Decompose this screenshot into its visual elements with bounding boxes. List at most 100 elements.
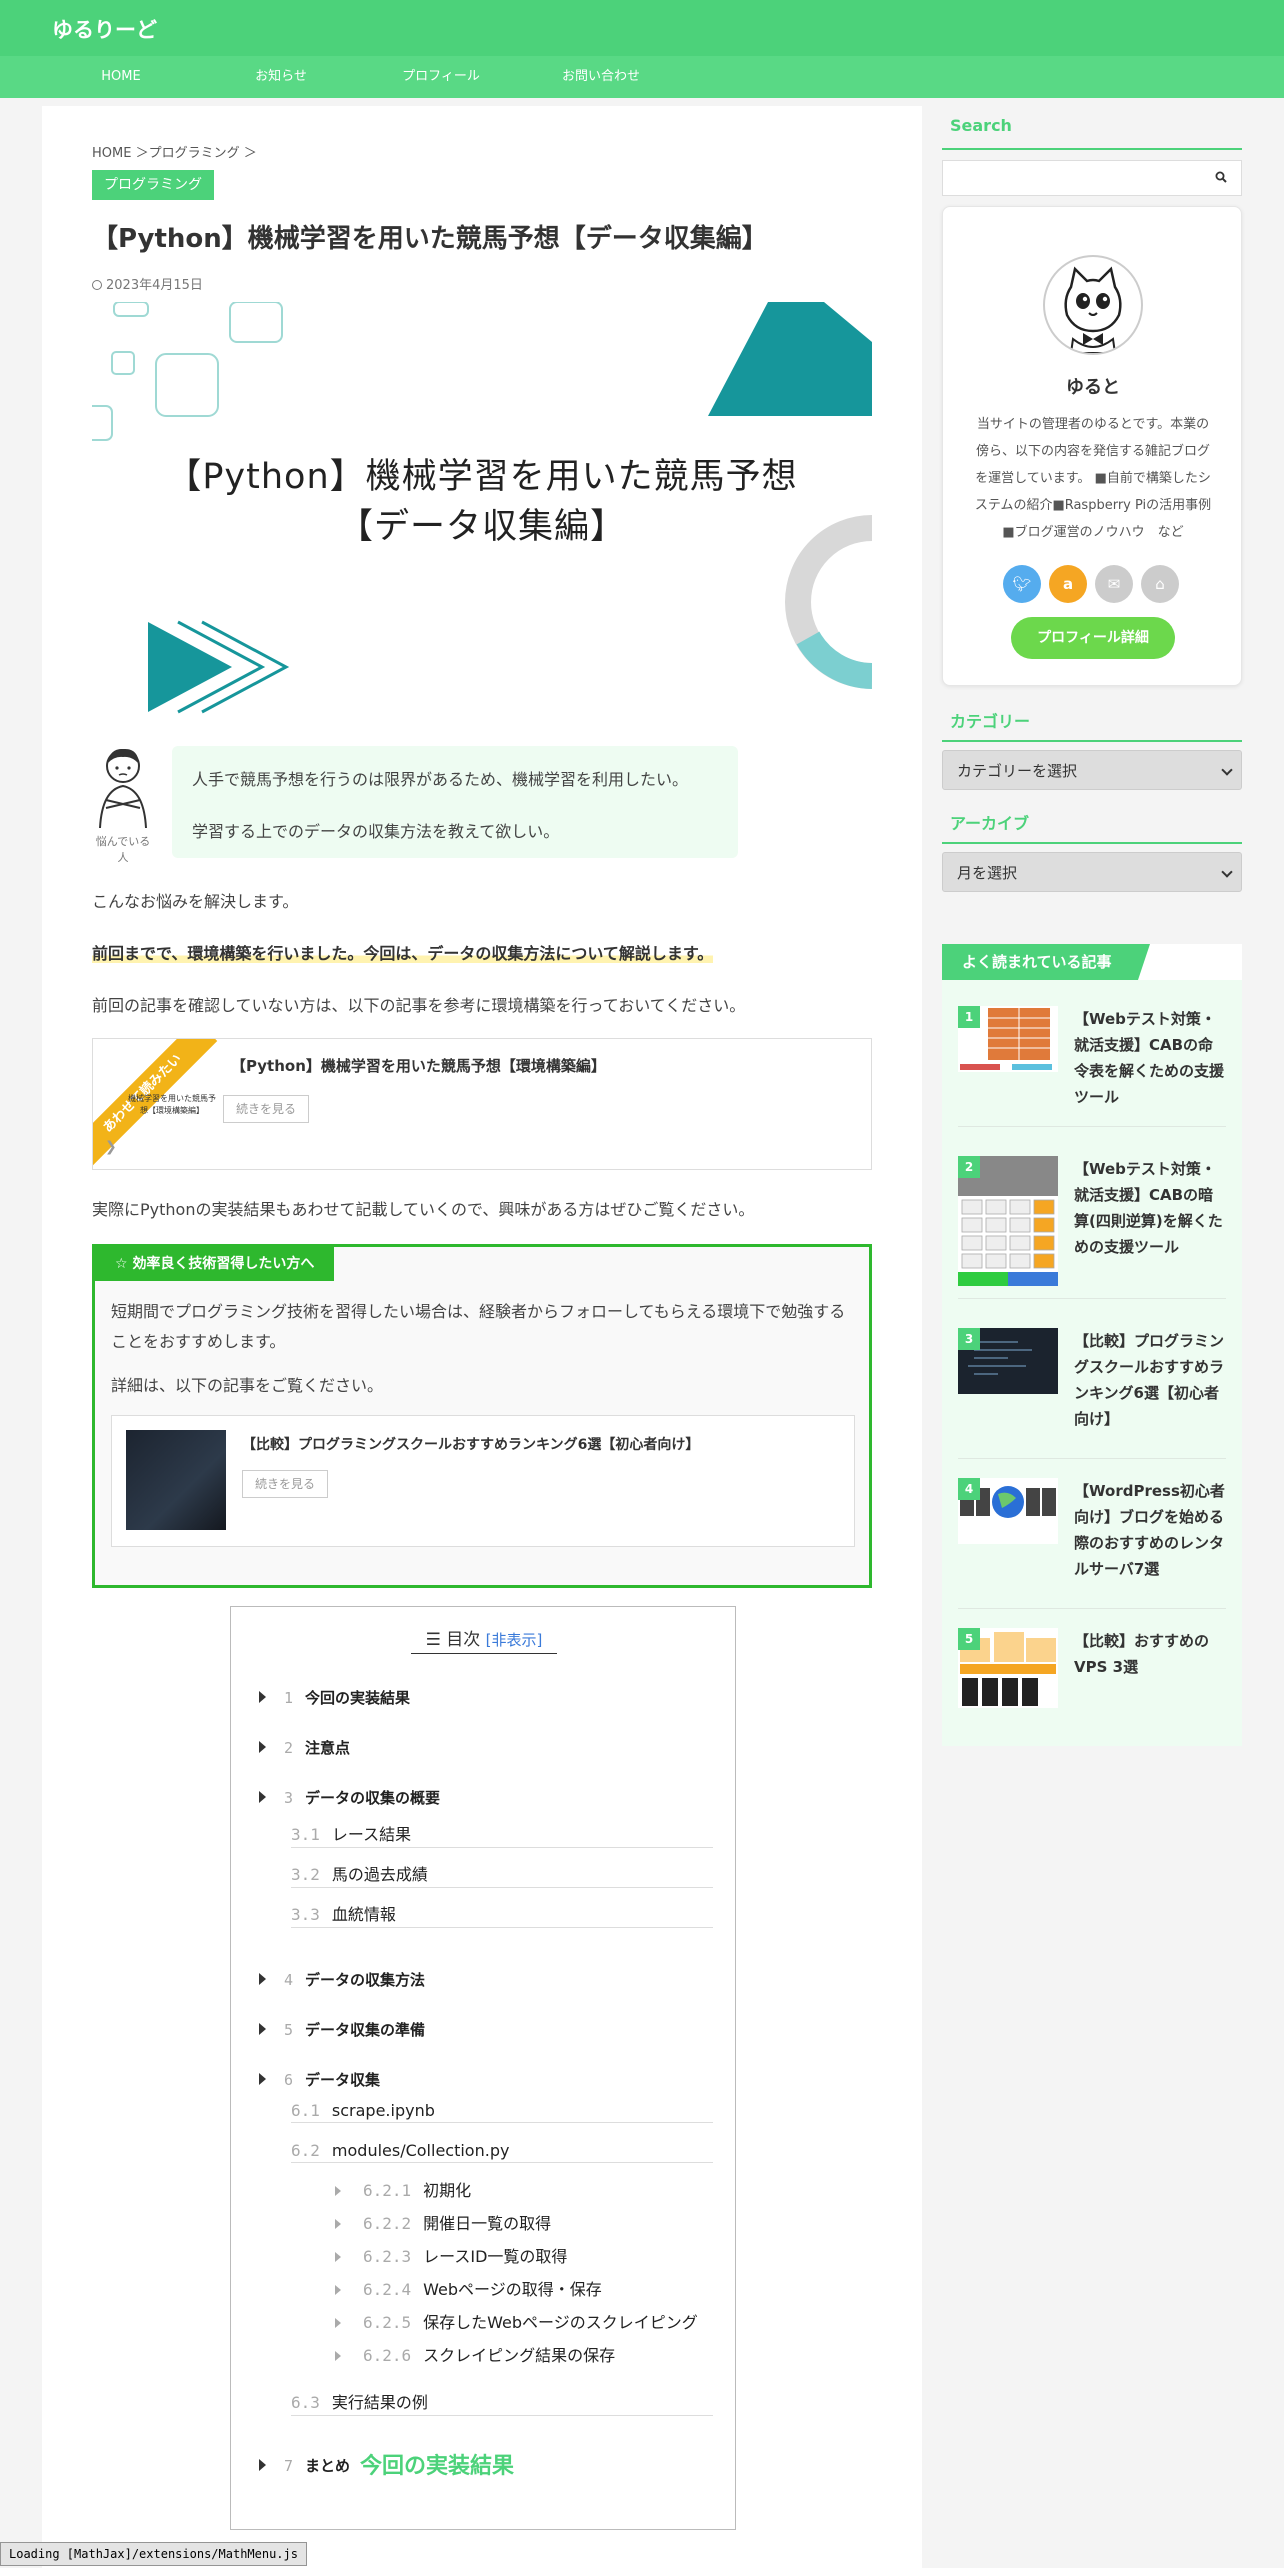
toc-number: 3.3 xyxy=(291,1905,320,1924)
toc-label: 血統情報 xyxy=(331,1905,396,1924)
post-title[interactable]: 【比較】プログラミングスクールおすすめランキング6選【初心者向け】 xyxy=(1074,1328,1226,1432)
paragraph-3: 前回の記事を確認していない方は、以下の記事を参考に環境構築を行っておいてください… xyxy=(92,996,746,1015)
toc-label: データの収集の概要 xyxy=(305,1789,441,1807)
chevron-down-icon xyxy=(1221,866,1233,878)
school-ranking-card[interactable]: 【比較】プログラミングスクールおすすめランキング6選【初心者向け】 続きを見る xyxy=(111,1415,855,1547)
toc-label: まとめ xyxy=(305,2457,351,2475)
list-item[interactable]: 3 【比較】プログラミングスクールおすすめランキング6選【初心者向け】 xyxy=(958,1328,1226,1438)
toc-title: 目次 xyxy=(446,1630,481,1650)
toc-label: scrape.ipynb xyxy=(331,2101,435,2120)
toc-subitem[interactable]: 6.2 modules/Collection.py xyxy=(291,2141,713,2163)
cat-icon xyxy=(1064,266,1122,353)
toc-hide-toggle[interactable]: [非表示] xyxy=(486,1631,543,1649)
page-title: 【Python】機械学習を用いた競馬予想【データ収集編】 xyxy=(92,224,768,254)
clock-icon xyxy=(92,280,102,290)
toc-subsubitem[interactable]: 6.2.3 レースID一覧の取得 xyxy=(335,2243,567,2267)
toc-subitem[interactable]: 6.3 実行結果の例 xyxy=(291,2389,713,2416)
triangle-right-icon xyxy=(259,1741,266,1753)
balloon-line-2: 学習する上でのデータの収集方法を教えて欲しい。 xyxy=(192,822,560,841)
divider xyxy=(942,842,1242,844)
post-title[interactable]: 【比較】おすすめのVPS 3選 xyxy=(1074,1628,1226,1680)
twitter-icon[interactable]: 🐦︎ xyxy=(1003,565,1041,603)
rank-badge: 5 xyxy=(958,1628,980,1650)
toc-label: レース結果 xyxy=(331,1825,412,1844)
toc-item[interactable]: 1 今回の実装結果 xyxy=(259,1687,410,1708)
toc-item[interactable]: 3 データの収集の概要 xyxy=(259,1787,440,1808)
info-box-text-1: 短期間でプログラミング技術を習得したい場合は、経験者からフォローしてもらえる環境… xyxy=(111,1302,846,1351)
category-select-value: カテゴリーを選択 xyxy=(957,762,1078,780)
person-icon xyxy=(99,748,147,829)
profile-description: 当サイトの管理者のゆるとです。本業の傍ら、以下の内容を発信する雑記ブログを運営し… xyxy=(974,417,1212,540)
search-icon[interactable] xyxy=(1215,171,1227,183)
list-item[interactable]: 4 【WordPress初心者向け】ブログを始める際のおすすめのレンタルサーバ7… xyxy=(958,1478,1226,1588)
toc-subsubitem[interactable]: 6.2.1 初期化 xyxy=(335,2177,471,2201)
toc-number: 5 xyxy=(284,2021,294,2039)
paragraph-4: 実際にPythonの実装結果もあわせて記載していくので、興味がある方はぜひご覧く… xyxy=(92,1200,755,1219)
post-title[interactable]: 【Webテスト対策・就活支援】CABの命令表を解くための支援ツール xyxy=(1074,1006,1226,1110)
list-item[interactable]: 2 【Webテスト対策・就活支援】CABの暗算(四則逆算)を解くための支援ツール xyxy=(958,1156,1226,1286)
search-input[interactable] xyxy=(942,160,1242,196)
triangle-right-icon xyxy=(335,2285,341,2295)
profile-detail-button[interactable]: プロフィール詳細 xyxy=(1011,617,1175,659)
triangle-right-icon xyxy=(335,2219,341,2229)
toc-label: データの収集方法 xyxy=(305,1971,426,1989)
mail-icon[interactable]: ✉ xyxy=(1095,565,1133,603)
category-title: カテゴリー xyxy=(950,712,1031,731)
toc-subsubitem[interactable]: 6.2.5 保存したWebページのスクレイピング xyxy=(335,2309,698,2333)
triangle-right-icon xyxy=(259,1791,266,1803)
profile-widget: ゆると 当サイトの管理者のゆるとです。本業の傍ら、以下の内容を発信する雑記ブログ… xyxy=(942,206,1242,686)
post-title[interactable]: 【Webテスト対策・就活支援】CABの暗算(四則逆算)を解くための支援ツール xyxy=(1074,1156,1226,1260)
list-icon: ☰ xyxy=(425,1630,447,1650)
info-box-text-2: 詳細は、以下の記事をご覧ください。 xyxy=(111,1376,384,1395)
rank-badge: 3 xyxy=(958,1328,980,1350)
toc-label: 実行結果の例 xyxy=(331,2393,428,2412)
paragraph-1: こんなお悩みを解決します。 xyxy=(92,892,299,911)
list-item[interactable]: 1 【Webテスト対策・就活支援】CABの命令表を解くための支援ツール xyxy=(958,1006,1226,1116)
divider xyxy=(958,1298,1226,1299)
popular-posts-title: よく読まれている記事 xyxy=(942,944,1150,980)
toc-number: 6.2.3 xyxy=(363,2247,412,2266)
toc-subitem[interactable]: 3.1 レース結果 xyxy=(291,1821,713,1848)
toc-item[interactable]: 5 データ収集の準備 xyxy=(259,2019,425,2040)
home-icon[interactable]: ⌂ xyxy=(1141,565,1179,603)
toc-label: 保存したWebページのスクレイピング xyxy=(423,2313,698,2332)
toc-subitem[interactable]: 3.2 馬の過去成績 xyxy=(291,1861,713,1888)
card-title[interactable]: 【Python】機械学習を用いた競馬予想【環境構築編】 xyxy=(231,1055,606,1076)
list-item[interactable]: 5 【比較】おすすめのVPS 3選 xyxy=(958,1628,1226,1718)
related-article-card[interactable]: あわせて読みたい 機械学習を用いた競馬予想【環境構築編】 【Python】機械学… xyxy=(92,1038,872,1170)
toc-item[interactable]: 6 データ収集 xyxy=(259,2069,380,2090)
read-more-button[interactable]: 続きを見る xyxy=(242,1470,329,1498)
toc-subitem[interactable]: 6.1 scrape.ipynb xyxy=(291,2101,713,2123)
toc-subitem[interactable]: 3.3 血統情報 xyxy=(291,1901,713,1928)
popular-posts-list: 1 【Webテスト対策・就活支援】CABの命令表を解くための支援ツール 2 【W… xyxy=(942,980,1242,1746)
toc-item[interactable]: 4 データの収集方法 xyxy=(259,1969,425,1990)
read-more-button[interactable]: 続きを見る xyxy=(223,1095,310,1123)
toc-number: 6.2.4 xyxy=(363,2280,412,2299)
toc-label: 初期化 xyxy=(423,2181,472,2200)
search-title: Search xyxy=(950,116,1012,135)
post-date: 2023年4月15日 xyxy=(92,274,203,293)
category-select[interactable]: カテゴリーを選択 xyxy=(942,750,1242,790)
toc-number: 2 xyxy=(284,1739,294,1757)
post-title[interactable]: 【WordPress初心者向け】ブログを始める際のおすすめのレンタルサーバ7選 xyxy=(1074,1478,1226,1582)
toc-label: Webページの取得・保存 xyxy=(423,2280,602,2299)
divider xyxy=(958,1126,1226,1127)
category-badge[interactable]: プログラミング xyxy=(92,170,214,200)
nav-item-contact[interactable]: お問い合わせ xyxy=(526,56,676,98)
breadcrumb[interactable]: HOME ＞プログラミング ＞ xyxy=(92,142,257,161)
toc-subsubitem[interactable]: 6.2.6 スクレイピング結果の保存 xyxy=(335,2342,615,2366)
archive-title: アーカイブ xyxy=(950,814,1030,833)
toc-subsubitem[interactable]: 6.2.2 開催日一覧の取得 xyxy=(335,2210,551,2234)
toc-item[interactable]: 7 まとめ xyxy=(259,2455,350,2476)
toc-label: レースID一覧の取得 xyxy=(423,2247,568,2266)
site-title[interactable]: ゆるりーど xyxy=(52,14,157,44)
toc-item[interactable]: 2 注意点 xyxy=(259,1737,350,1758)
card-title[interactable]: 【比較】プログラミングスクールおすすめランキング6選【初心者向け】 xyxy=(242,1434,699,1454)
nav-item-news[interactable]: お知らせ xyxy=(206,56,356,98)
nav-item-profile[interactable]: プロフィール xyxy=(366,56,516,98)
toc-number: 6.2.5 xyxy=(363,2313,412,2332)
nav-item-home[interactable]: HOME xyxy=(46,56,196,98)
amazon-icon[interactable]: a xyxy=(1049,565,1087,603)
archive-select[interactable]: 月を選択 xyxy=(942,852,1242,892)
toc-subsubitem[interactable]: 6.2.4 Webページの取得・保存 xyxy=(335,2276,602,2300)
